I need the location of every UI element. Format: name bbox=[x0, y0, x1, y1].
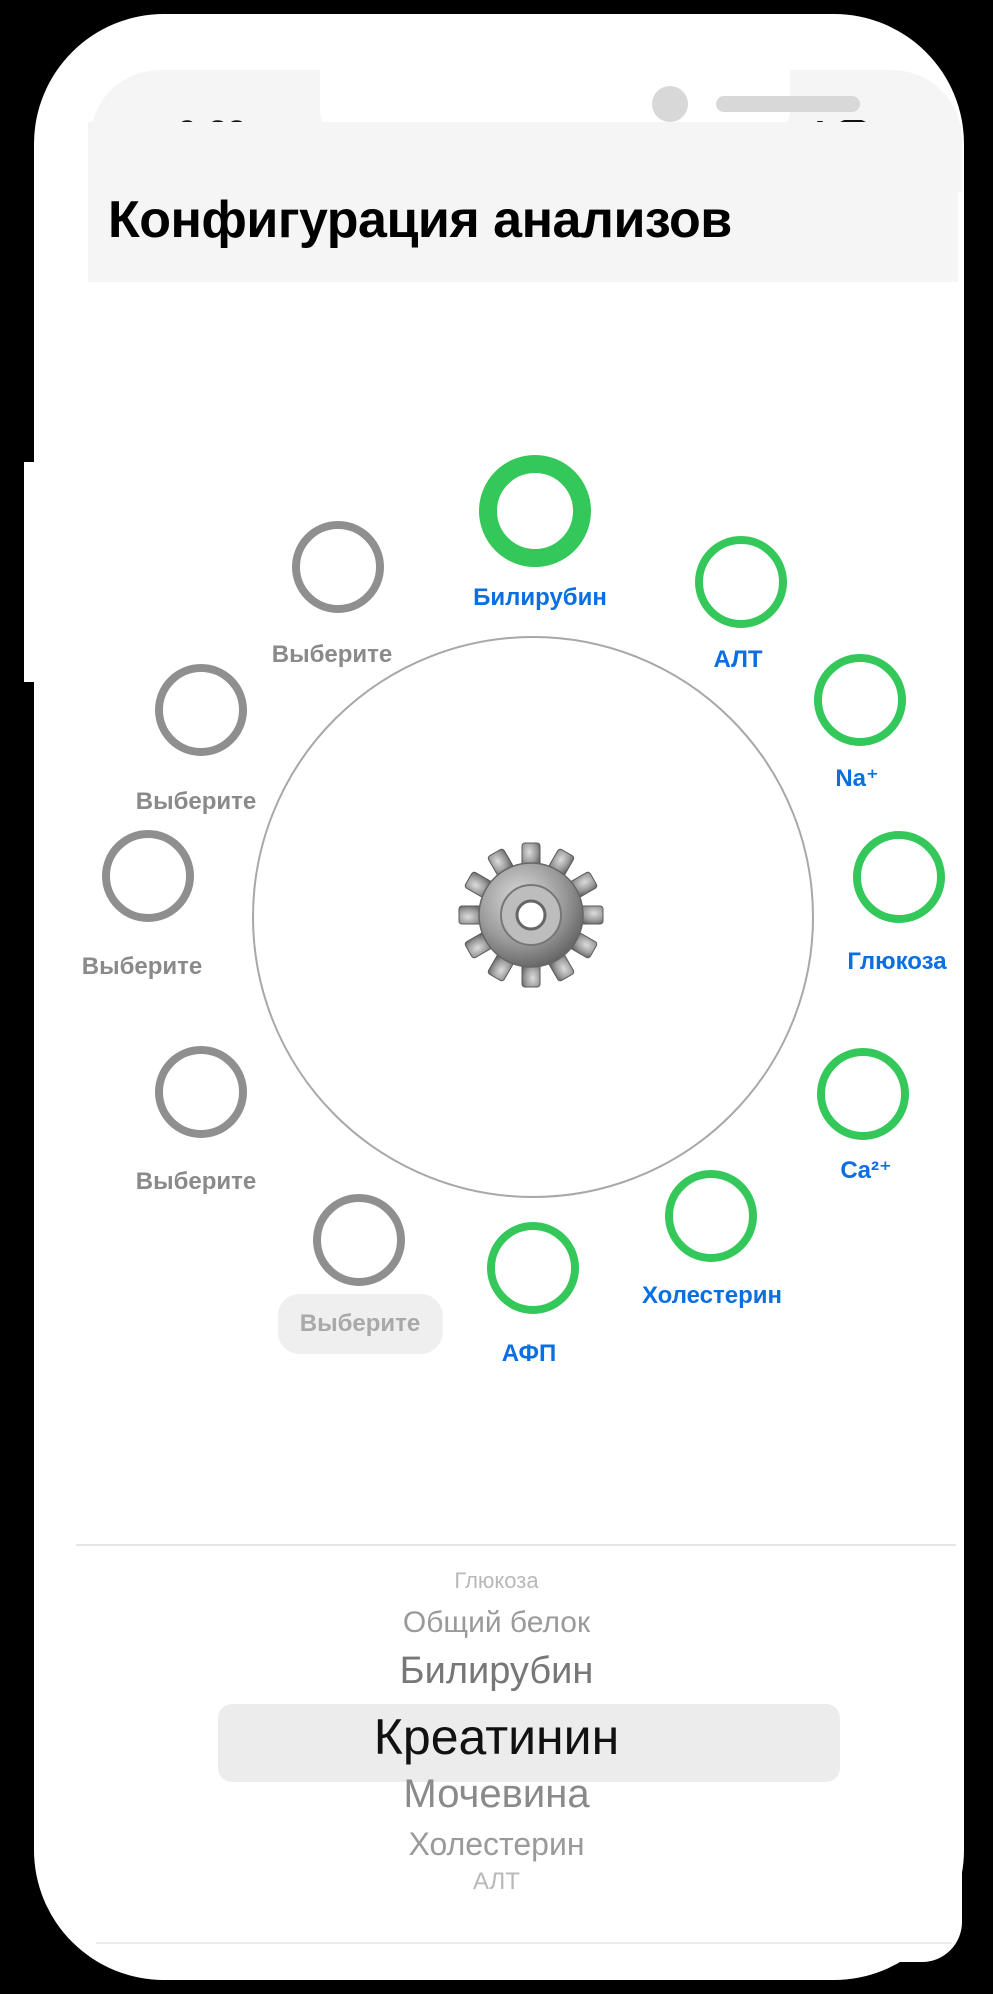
analysis-slot-label[interactable]: Выберите bbox=[136, 1168, 257, 1196]
analysis-slot-ring[interactable] bbox=[665, 1170, 757, 1262]
analysis-slot-ring[interactable] bbox=[102, 830, 194, 922]
analysis-picker[interactable]: Глюкоза Общий белок Билирубин Креатинин Моче… bbox=[0, 1546, 993, 1926]
picker-item-selected[interactable]: Креатинин bbox=[0, 1708, 993, 1766]
gear-icon[interactable] bbox=[456, 840, 606, 990]
analysis-slot-label[interactable]: АФП bbox=[502, 1340, 556, 1368]
analysis-slot-ring[interactable] bbox=[487, 1222, 579, 1314]
picker-item[interactable]: АЛТ bbox=[0, 1868, 993, 1896]
analysis-slot-label[interactable]: Na⁺ bbox=[835, 764, 878, 793]
nav-header: Конфигурация анализов bbox=[88, 122, 958, 282]
analysis-slot-ring[interactable] bbox=[155, 1046, 247, 1138]
page-title: Конфигурация анализов bbox=[108, 191, 732, 249]
analysis-slot-ring[interactable] bbox=[853, 831, 945, 923]
analysis-slot-ring[interactable] bbox=[292, 521, 384, 613]
analysis-slot-ring[interactable] bbox=[695, 536, 787, 628]
analysis-slot-ring[interactable] bbox=[817, 1048, 909, 1140]
analysis-slot-ring[interactable] bbox=[155, 664, 247, 756]
analysis-slot-label[interactable]: Выберите bbox=[136, 788, 257, 816]
analysis-slot-ring[interactable] bbox=[479, 455, 591, 567]
camera-icon bbox=[652, 86, 688, 122]
side-handle bbox=[24, 462, 36, 682]
picker-item[interactable]: Глюкоза bbox=[0, 1568, 993, 1594]
speaker-icon bbox=[716, 96, 860, 112]
picker-item[interactable]: Билирубин bbox=[0, 1650, 993, 1693]
analysis-slot-label[interactable]: Билирубин bbox=[473, 584, 607, 612]
analysis-slot-ring[interactable] bbox=[313, 1194, 405, 1286]
analysis-slot-label[interactable]: Ca²⁺ bbox=[840, 1156, 891, 1185]
analysis-slot-label[interactable]: Выберите bbox=[272, 641, 393, 669]
analysis-slot-label[interactable]: АЛТ bbox=[713, 646, 762, 674]
bottom-divider bbox=[96, 1942, 952, 1944]
analysis-slot-ring[interactable] bbox=[814, 654, 906, 746]
picker-item[interactable]: Общий белок bbox=[0, 1606, 993, 1640]
picker-item[interactable]: Мочевина bbox=[0, 1772, 993, 1817]
picker-item[interactable]: Холестерин bbox=[0, 1826, 993, 1863]
analysis-slot-label[interactable]: Глюкоза bbox=[847, 948, 946, 976]
analysis-slot-label[interactable]: Холестерин bbox=[642, 1282, 782, 1310]
analysis-slot-label[interactable]: Выберите bbox=[82, 953, 203, 981]
analysis-slot-label[interactable]: Выберите bbox=[277, 1294, 443, 1354]
